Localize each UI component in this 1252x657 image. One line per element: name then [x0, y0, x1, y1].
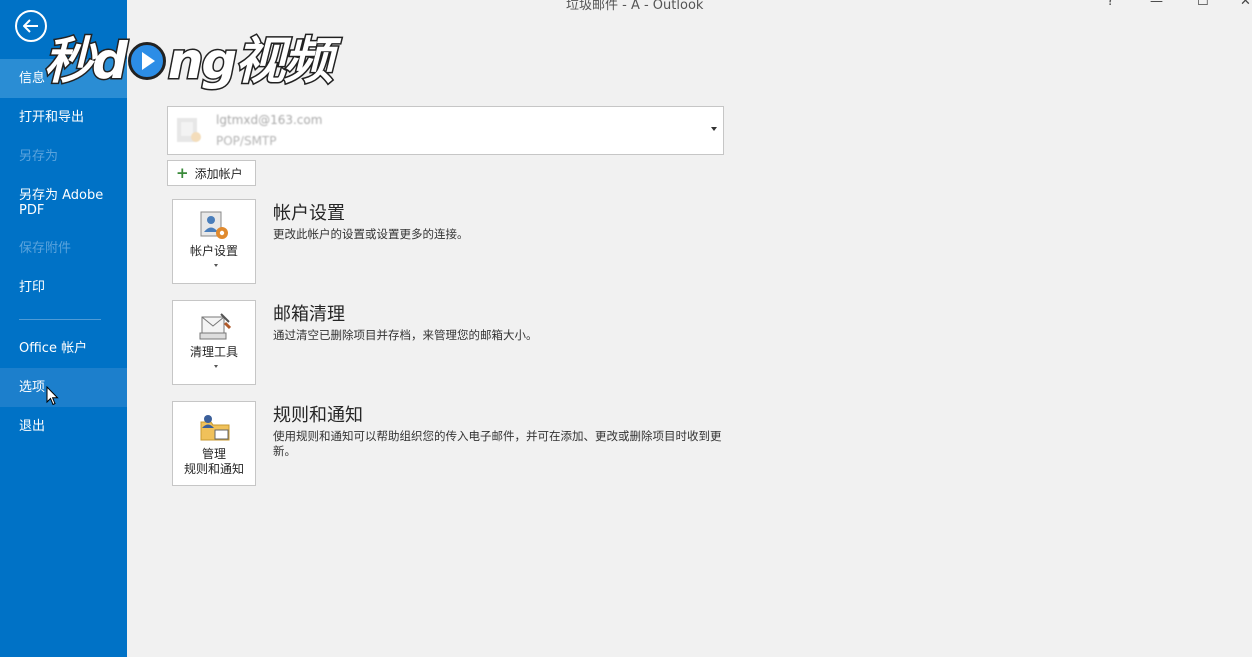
cleanup-tools-tile[interactable]: 清理工具 — [172, 300, 256, 385]
nav-save-attachments: 保存附件 — [19, 241, 72, 256]
account-settings-tile[interactable]: 帐户设置 — [172, 199, 256, 284]
rules-and-alerts-icon — [200, 415, 230, 441]
watermark-text-end: ng视频 — [166, 31, 334, 92]
maximize-button[interactable]: ☐ — [1197, 0, 1209, 9]
cleanup-tools-tile-label: 清理工具 — [189, 345, 238, 359]
mouse-cursor-icon — [46, 386, 59, 406]
chevron-down-icon — [711, 127, 717, 131]
nav-separator — [19, 319, 101, 320]
nav-save-as-adobe-pdf[interactable]: 另存为 Adobe PDF — [0, 185, 127, 224]
watermark-logo: 秒d ng视频 — [43, 26, 335, 96]
manage-rules-tile[interactable]: 管理 规则和通知 — [172, 401, 256, 486]
add-account-button[interactable]: + 添加帐户 — [167, 160, 256, 186]
chevron-down-icon — [214, 264, 218, 267]
nav-print[interactable]: 打印 — [0, 268, 127, 307]
nav-office-account[interactable]: Office 帐户 — [0, 329, 127, 368]
account-settings-tile-label: 帐户设置 — [189, 244, 238, 258]
nav-save-as-adobe-pdf-line2: PDF — [19, 203, 45, 218]
manage-rules-tile-label-line2: 规则和通知 — [183, 462, 244, 476]
backstage-sidebar: 信息 打开和导出 另存为 另存为 Adobe PDF 保存附件 打印 Offic… — [0, 0, 127, 657]
manage-rules-tile-label-line1: 管理 — [201, 447, 226, 461]
nav-options[interactable]: 选项 — [0, 368, 127, 407]
manage-rules-tile-label: 管理 规则和通知 — [173, 447, 255, 477]
account-settings-title: 帐户设置 — [273, 203, 345, 224]
account-selector[interactable]: lgtmxd@163.com POP/SMTP — [167, 106, 724, 155]
account-email: lgtmxd@163.com — [216, 113, 323, 127]
back-arrow-icon — [23, 19, 38, 33]
window-title: 垃圾邮件 - A - Outlook — [566, 0, 704, 13]
play-icon — [127, 42, 166, 80]
chevron-down-icon — [214, 365, 218, 368]
nav-exit[interactable]: 退出 — [0, 407, 127, 446]
rules-and-alerts-description: 使用规则和通知可以帮助组织您的传入电子邮件，并可在添加、更改或删除项目时收到更新… — [273, 429, 722, 458]
help-button[interactable]: ? — [1107, 0, 1114, 9]
account-settings-icon — [200, 211, 228, 239]
add-account-label: 添加帐户 — [194, 166, 243, 181]
rules-and-alerts-title: 规则和通知 — [273, 405, 363, 426]
minimize-button[interactable]: — — [1150, 0, 1163, 9]
nav-save-as: 另存为 — [19, 149, 59, 164]
back-button[interactable] — [15, 10, 47, 42]
mailbox-cleanup-title: 邮箱清理 — [273, 304, 345, 325]
cleanup-tools-icon — [199, 313, 231, 340]
mailbox-cleanup-description: 通过清空已删除项目并存档，来管理您的邮箱大小。 — [273, 328, 538, 342]
close-button[interactable]: ✕ — [1240, 0, 1251, 9]
watermark-text-start: 秒d — [43, 31, 130, 92]
plus-icon: + — [176, 164, 189, 182]
nav-open-export[interactable]: 打开和导出 — [0, 98, 127, 137]
account-type: POP/SMTP — [216, 134, 277, 148]
account-settings-description: 更改此帐户的设置或设置更多的连接。 — [273, 227, 469, 241]
nav-save-as-adobe-pdf-line1: 另存为 Adobe — [19, 188, 104, 203]
account-icon — [177, 118, 201, 142]
